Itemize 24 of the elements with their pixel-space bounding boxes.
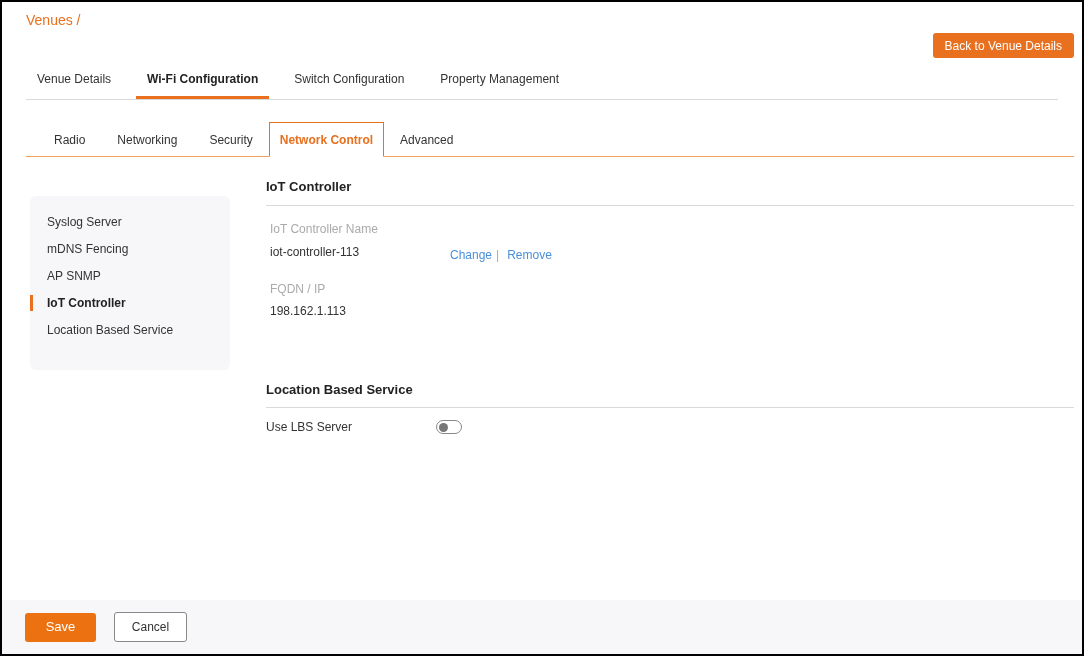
tab[interactable]: Switch Configuration <box>283 66 416 99</box>
sidebar-item[interactable]: Syslog Server <box>30 214 230 230</box>
field-label: IoT Controller Name <box>270 220 379 238</box>
tab[interactable]: Property Management <box>429 66 571 99</box>
field-label: FQDN / IP <box>270 280 327 298</box>
sub-tab[interactable]: Advanced <box>390 122 464 157</box>
sidebar-item[interactable]: AP SNMP <box>30 268 230 284</box>
lbs-toggle-switch[interactable] <box>436 420 462 434</box>
separator-text: | <box>496 246 500 264</box>
sidebar-item[interactable]: Location Based Service <box>30 322 230 338</box>
section-title: Location Based Service <box>266 379 1074 408</box>
sub-tab[interactable]: Networking <box>107 122 188 157</box>
sidebar-item[interactable]: IoT Controller <box>30 295 230 311</box>
cancel-button[interactable]: Cancel <box>114 612 187 642</box>
tab[interactable]: Wi-Fi Configuration <box>136 66 270 99</box>
change-link[interactable]: Change <box>450 245 493 264</box>
field-value: iot-controller-113 <box>270 243 361 261</box>
sub-tab[interactable]: Security <box>199 122 263 157</box>
toggle-label: Use LBS Server <box>266 419 354 436</box>
sidebar-item[interactable]: mDNS Fencing <box>30 241 230 257</box>
tab[interactable]: Venue Details <box>26 66 123 99</box>
sub-tab[interactable]: Radio <box>44 122 96 157</box>
section-title: IoT Controller <box>266 177 1074 206</box>
field-value: 198.162.1.113 <box>270 302 347 320</box>
